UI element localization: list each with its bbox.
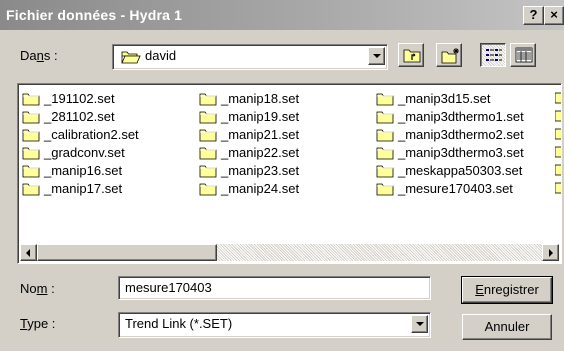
partial-folder-icon [554, 126, 561, 143]
chevron-down-icon[interactable] [368, 47, 385, 65]
file-name: _manip3d15.set [398, 91, 491, 106]
filename-value: mesure170403 [125, 280, 212, 295]
file-name: _manip19.set [221, 109, 300, 124]
help-button[interactable]: ? [523, 6, 544, 25]
open-folder-icon [121, 49, 141, 68]
filetype-value: Trend Link (*.SET) [125, 316, 233, 331]
cancel-button[interactable]: Annuler [462, 314, 552, 340]
filetype-label: Type : [20, 316, 56, 331]
details-view-button[interactable] [510, 43, 536, 67]
file-name: _mesure170403.set [398, 181, 513, 196]
details-view-icon [515, 47, 533, 63]
save-file-dialog: Fichier données - Hydra 1 ? × Dans : dav… [0, 0, 564, 351]
file-list[interactable]: _191102.set _281102.set _calibration2.set _… [17, 83, 562, 264]
scroll-thumb[interactable] [37, 244, 217, 261]
filename-label: Nom : [20, 281, 55, 296]
file-name: _manip16.set [44, 163, 123, 178]
file-name: _calibration2.set [44, 127, 139, 142]
file-name: _manip24.set [221, 181, 300, 196]
lookin-value: david [145, 48, 177, 63]
list-view-icon [486, 49, 502, 61]
partial-folder-icon [554, 162, 561, 179]
file-name: _meskappa50303.set [398, 163, 523, 178]
file-name: _manip21.set [221, 127, 300, 142]
file-name: _manip22.set [221, 145, 300, 160]
new-folder-button[interactable] [436, 43, 462, 67]
file-name: _manip3dthermo2.set [398, 127, 524, 142]
file-name: _manip3dthermo1.set [398, 109, 524, 124]
file-name: _281102.set [44, 109, 115, 124]
lookin-combo[interactable]: david [112, 44, 388, 70]
file-name: _manip17.set [44, 181, 123, 196]
folder-up-icon [403, 49, 421, 63]
partial-folder-icon [554, 144, 561, 161]
partial-folder-icon [554, 108, 561, 125]
window-title: Fichier données - Hydra 1 [6, 7, 183, 23]
close-button[interactable]: × [544, 6, 564, 25]
horizontal-scrollbar[interactable] [20, 244, 559, 261]
scroll-left-button[interactable] [20, 244, 37, 261]
partial-folder-icon [554, 180, 561, 197]
file-name: _gradconv.set [44, 145, 125, 160]
save-button[interactable]: Enregistrer [461, 276, 553, 304]
file-name: _manip23.set [221, 163, 300, 178]
filename-input[interactable]: mesure170403 [118, 276, 431, 300]
title-bar[interactable]: Fichier données - Hydra 1 ? × [0, 0, 564, 30]
list-view-button[interactable] [480, 43, 506, 67]
up-one-level-button[interactable] [398, 43, 424, 67]
scroll-right-button[interactable] [542, 244, 559, 261]
new-folder-icon [441, 48, 459, 64]
lookin-label: Dans : [20, 48, 58, 63]
file-name: _manip18.set [221, 91, 300, 106]
file-name: _191102.set [44, 91, 115, 106]
chevron-down-icon[interactable] [411, 315, 428, 333]
partial-folder-icon [554, 90, 561, 107]
file-name: _manip3dthermo3.set [398, 145, 524, 160]
filetype-combo[interactable]: Trend Link (*.SET) [118, 312, 431, 338]
